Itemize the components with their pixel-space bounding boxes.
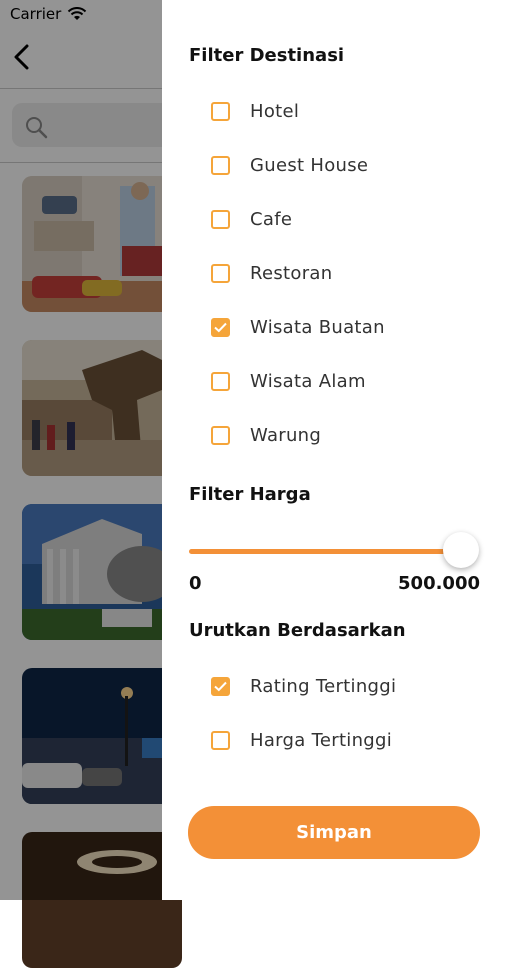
price-slider-track[interactable] (189, 549, 461, 554)
checkbox-guest-house[interactable] (211, 155, 230, 175)
checkbox-restoran[interactable] (211, 263, 230, 283)
sort-option-rating[interactable]: Rating Tertinggi (211, 674, 396, 698)
checkbox-warung[interactable] (211, 425, 230, 445)
option-hotel[interactable]: Hotel (211, 99, 299, 123)
filter-destinasi-title: Filter Destinasi (189, 45, 345, 66)
option-label: Restoran (250, 262, 333, 284)
option-cafe[interactable]: Cafe (211, 207, 292, 231)
sort-option-harga[interactable]: Harga Tertinggi (211, 728, 392, 752)
option-label: Wisata Alam (250, 370, 366, 392)
option-label: Cafe (250, 208, 293, 230)
option-label: Wisata Buatan (250, 316, 385, 338)
option-warung[interactable]: Warung (211, 423, 321, 447)
checkbox-cafe[interactable] (211, 209, 230, 229)
option-label: Hotel (250, 100, 300, 122)
option-label: Harga Tertinggi (250, 729, 393, 751)
check-icon (214, 322, 227, 332)
option-guest-house[interactable]: Guest House (211, 153, 368, 177)
price-min-label: 0 (189, 573, 202, 594)
checkbox-hotel[interactable] (211, 101, 230, 121)
checkbox-rating-tertinggi[interactable] (211, 676, 230, 696)
save-button[interactable]: Simpan (188, 806, 480, 859)
option-label: Warung (250, 424, 322, 446)
option-wisata-alam[interactable]: Wisata Alam (211, 369, 366, 393)
option-label: Rating Tertinggi (250, 675, 397, 697)
price-max-label: 500.000 (398, 573, 480, 594)
checkbox-wisata-alam[interactable] (211, 371, 230, 391)
option-restoran[interactable]: Restoran (211, 261, 332, 285)
option-wisata-buatan[interactable]: Wisata Buatan (211, 315, 385, 339)
checkbox-wisata-buatan[interactable] (211, 317, 230, 337)
checkbox-harga-tertinggi[interactable] (211, 730, 230, 750)
filter-harga-title: Filter Harga (189, 484, 311, 505)
urutkan-title: Urutkan Berdasarkan (189, 620, 406, 641)
price-slider-thumb[interactable] (443, 532, 479, 568)
filter-drawer: Filter Destinasi Hotel Guest House Cafe … (162, 0, 507, 900)
check-icon (214, 681, 227, 691)
option-label: Guest House (250, 154, 369, 176)
